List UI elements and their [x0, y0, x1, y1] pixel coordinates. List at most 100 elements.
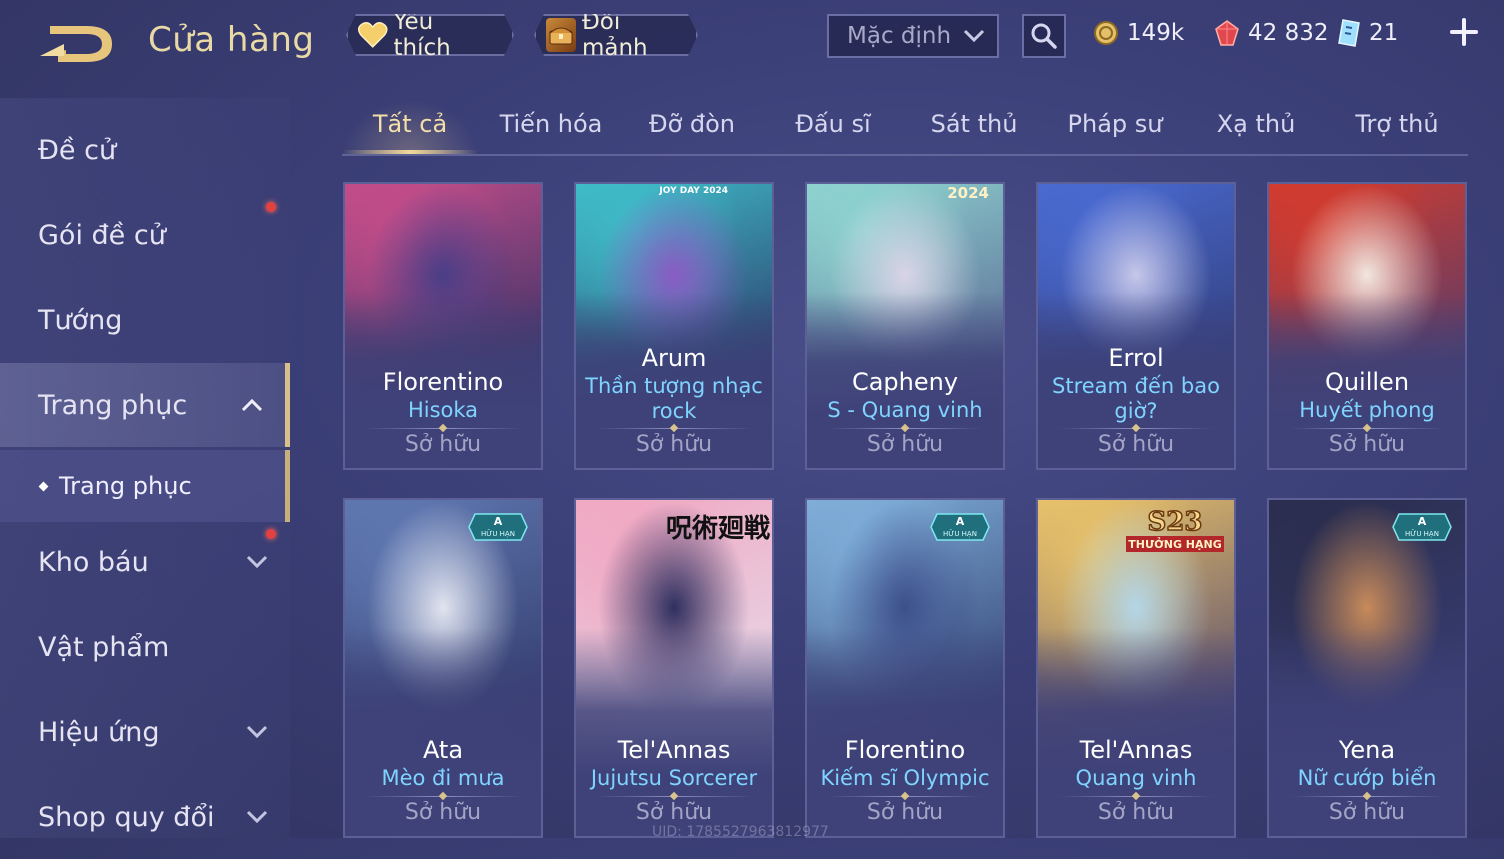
card-divider: [1289, 796, 1445, 797]
skin-card[interactable]: JOY DAY 2024 Arum Thần tượng nhạc rock Sở h…: [574, 182, 774, 470]
hero-name: Arum: [641, 344, 707, 372]
hero-name: Ata: [422, 736, 464, 764]
tab-tank[interactable]: Đỡ đòn: [624, 110, 760, 138]
owned-status: Sở hữu: [1328, 432, 1406, 457]
sidebar-subitem-skins[interactable]: Trang phục: [0, 450, 290, 522]
card-divider: [827, 428, 983, 429]
card-divider: [827, 796, 983, 797]
sidebar-item-label: Hiệu ứng: [38, 716, 160, 748]
skin-card[interactable]: 呪術廻戦 Tel'Annas Jujutsu Sorcerer Sở hữu: [574, 498, 774, 838]
add-currency-button[interactable]: [1448, 16, 1480, 48]
chevron-down-icon: [246, 810, 268, 824]
tab-all[interactable]: Tất cả: [342, 110, 478, 138]
skin-card[interactable]: A HỮU HẠN Florentino Kiếm sĩ Olympic Sở hữu: [805, 498, 1005, 838]
ruby-icon: [1215, 20, 1239, 46]
sidebar: Đề cử Gói đề cử Tướng Trang phục Trang p…: [0, 98, 290, 838]
event-badge: 2024: [947, 184, 989, 202]
card-divider: [596, 796, 752, 797]
sidebar-item-label: Gói đề cử: [38, 219, 166, 251]
card-divider: [365, 428, 521, 429]
hero-name: Yena: [1338, 736, 1396, 764]
skin-card[interactable]: Quillen Huyết phong Sở hữu: [1267, 182, 1467, 470]
sidebar-item-heroes[interactable]: Tướng: [0, 278, 290, 362]
skin-card[interactable]: Florentino Hisoka Sở hữu: [343, 182, 543, 470]
sidebar-item-label: Shop quy đổi: [38, 801, 215, 833]
skin-name: Kiếm sĩ Olympic: [820, 766, 990, 790]
skin-name: Stream đến bao giờ?: [1052, 374, 1220, 423]
card-divider: [1058, 428, 1214, 429]
owned-status: Sở hữu: [866, 432, 944, 457]
owned-status: Sở hữu: [866, 800, 944, 825]
sidebar-item-treasure[interactable]: Kho báu: [0, 520, 290, 604]
skin-name: Mèo đi mưa: [381, 766, 505, 790]
tab-fighter[interactable]: Đấu sĩ: [765, 110, 901, 138]
sidebar-item-label: Trang phục: [38, 389, 188, 421]
hero-name: Quillen: [1324, 368, 1410, 396]
tab-assassin[interactable]: Sát thủ: [906, 110, 1042, 138]
hero-name: Florentino: [382, 368, 504, 396]
sidebar-item-recommended[interactable]: Đề cử: [0, 108, 290, 192]
event-badge: 呪術廻戦: [665, 514, 770, 544]
gold-currency: 149k: [1093, 16, 1184, 50]
sidebar-subitem-label: Trang phục: [59, 472, 192, 500]
svg-text:S23: S23: [1148, 507, 1203, 537]
search-button[interactable]: [1022, 14, 1066, 58]
voucher-currency: 21: [1337, 16, 1398, 50]
season-rank-badge-icon: S23THƯỞNG HẠNG: [1126, 506, 1224, 552]
owned-status: Sở hữu: [404, 800, 482, 825]
svg-text:A: A: [1418, 515, 1427, 528]
hero-name: Capheny: [851, 368, 959, 396]
sidebar-item-exchange-shop[interactable]: Shop quy đổi: [0, 775, 290, 859]
owned-status: Sở hữu: [1328, 800, 1406, 825]
svg-text:HỮU HẠN: HỮU HẠN: [1405, 529, 1439, 538]
voucher-icon: [1338, 19, 1360, 47]
owned-status: Sở hữu: [1097, 432, 1175, 457]
sidebar-item-label: Tướng: [38, 304, 123, 336]
notification-dot: [266, 202, 276, 212]
skin-name: Jujutsu Sorcerer: [590, 766, 758, 790]
page-title: Cửa hàng: [148, 20, 315, 60]
hero-name: Florentino: [844, 736, 966, 764]
sidebar-item-items[interactable]: Vật phẩm: [0, 605, 290, 689]
card-divider: [1058, 796, 1214, 797]
skin-name: Quang vinh: [1075, 766, 1197, 790]
hero-name: Tel'Annas: [1079, 736, 1193, 764]
tab-mage[interactable]: Pháp sư: [1047, 110, 1183, 138]
tab-evolution[interactable]: Tiến hóa: [483, 110, 619, 138]
sort-dropdown[interactable]: Mặc định: [827, 14, 999, 58]
chevron-down-icon: [963, 29, 985, 43]
search-icon: [1031, 23, 1057, 49]
tab-support[interactable]: Trợ thủ: [1329, 110, 1465, 138]
chevron-down-icon: [246, 555, 268, 569]
sidebar-item-skins[interactable]: Trang phục: [0, 363, 290, 447]
skin-card[interactable]: A HỮU HẠN Yena Nữ cướp biển Sở hữu: [1267, 498, 1467, 838]
sidebar-item-label: Vật phẩm: [38, 631, 170, 663]
exchange-shards-button[interactable]: Đổi mảnh: [534, 14, 698, 56]
ruby-value: 42 832: [1248, 20, 1329, 46]
svg-text:A: A: [956, 515, 965, 528]
tab-marksman[interactable]: Xạ thủ: [1188, 110, 1324, 138]
favorites-button[interactable]: Yêu thích: [346, 14, 514, 56]
chevron-up-icon: [241, 398, 263, 412]
bullet-icon: [38, 481, 49, 491]
svg-text:A: A: [494, 515, 503, 528]
svg-text:HỮU HẠN: HỮU HẠN: [481, 529, 515, 538]
skin-card[interactable]: 2024 Capheny S - Quang vinh Sở hữu: [805, 182, 1005, 470]
sidebar-item-effects[interactable]: Hiệu ứng: [0, 690, 290, 774]
skin-name: Hisoka: [407, 398, 479, 422]
sidebar-item-recommended-packs[interactable]: Gói đề cử: [0, 193, 290, 277]
back-button[interactable]: [36, 22, 118, 66]
limited-badge-icon: AHỮU HẠN: [468, 513, 528, 541]
limited-badge-icon: AHỮU HẠN: [930, 513, 990, 541]
voucher-value: 21: [1369, 20, 1399, 46]
skin-card[interactable]: A HỮU HẠN Ata Mèo đi mưa Sở hữu: [343, 498, 543, 838]
favorites-label: Yêu thích: [393, 9, 451, 61]
treasure-chest-icon: [546, 18, 576, 52]
skin-name: S - Quang vinh: [827, 398, 983, 422]
skin-card[interactable]: S23 THƯỞNG HẠNG Tel'Annas Quang vinh Sở hữu: [1036, 498, 1236, 838]
skin-card[interactable]: Errol Stream đến bao giờ? Sở hữu: [1036, 182, 1236, 470]
owned-status: Sở hữu: [635, 800, 713, 825]
svg-text:THƯỞNG HẠNG: THƯỞNG HẠNG: [1128, 537, 1222, 551]
sidebar-item-label: Kho báu: [38, 546, 149, 578]
owned-status: Sở hữu: [404, 432, 482, 457]
